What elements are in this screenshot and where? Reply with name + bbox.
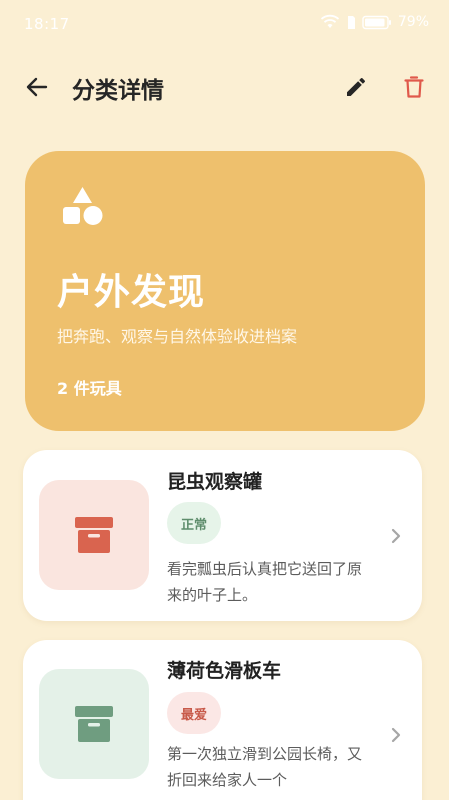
toy-thumbnail — [39, 480, 149, 590]
edit-pencil-icon — [347, 78, 365, 96]
wifi-icon — [320, 14, 339, 28]
edit-button[interactable] — [341, 72, 371, 102]
toy-note: 第一次独立滑到公园长椅，又折回来给家人一个 — [167, 745, 363, 789]
toy-note: 看完瓢虫后认真把它送回了原来的叶子上。 — [167, 560, 363, 604]
page-title: 分类详情 — [72, 78, 164, 104]
chevron-right-icon — [391, 727, 401, 743]
category-hero-card: 户外发现 把奔跑、观察与自然体验收进档案 2 件玩具 — [25, 151, 425, 431]
trash-icon — [404, 76, 424, 98]
sim-icon — [347, 15, 355, 29]
delete-button[interactable] — [399, 72, 429, 102]
box-icon — [75, 517, 113, 553]
category-title: 户外发现 — [57, 272, 206, 313]
status-time: 18:17 — [24, 15, 70, 33]
chevron-right-icon — [391, 528, 401, 543]
screen: 18:17 79% 分类详情 户外发现 把奔跑、观察与自然体验收进档案 2 件玩… — [0, 0, 449, 800]
toy-thumbnail — [39, 669, 149, 779]
back-arrow-icon — [26, 77, 48, 97]
status-icons: 79% — [320, 14, 429, 30]
shapes-icon — [63, 187, 103, 225]
battery-icon — [362, 15, 391, 29]
battery-percent: 79% — [397, 14, 429, 30]
toy-name: 薄荷色滑板车 — [167, 660, 282, 682]
toy-card[interactable]: 昆虫观察罐 正常 看完瓢虫后认真把它送回了原来的叶子上。 — [23, 450, 422, 621]
back-button[interactable] — [22, 72, 52, 102]
app-bar: 分类详情 — [0, 60, 449, 112]
status-badge: 最爱 — [167, 692, 221, 734]
box-icon — [75, 706, 113, 742]
status-badge: 正常 — [167, 502, 221, 544]
status-bar: 18:17 79% — [0, 0, 449, 52]
toy-card[interactable]: 薄荷色滑板车 最爱 第一次独立滑到公园长椅，又折回来给家人一个 — [23, 640, 422, 800]
toy-name: 昆虫观察罐 — [167, 471, 263, 493]
category-description: 把奔跑、观察与自然体验收进档案 — [57, 327, 298, 346]
toy-count: 2 件玩具 — [57, 379, 122, 398]
